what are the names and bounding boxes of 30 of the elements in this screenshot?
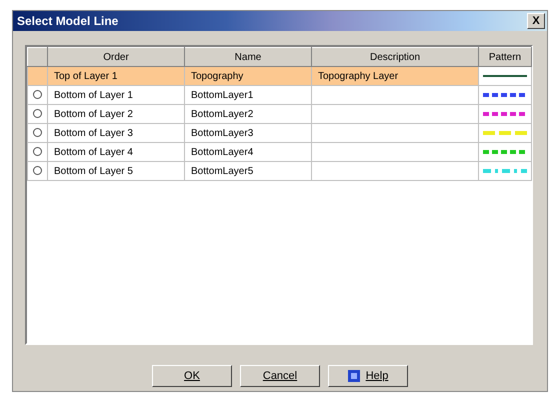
row-selector-cell[interactable]	[28, 66, 48, 86]
dialog-button[interactable]: OK	[152, 365, 232, 387]
table-cell: BottomLayer5	[184, 162, 312, 180]
table-cell: Top of Layer 1	[48, 66, 184, 86]
dialog-button[interactable]: Cancel	[240, 365, 320, 387]
row-selector-cell[interactable]	[28, 124, 48, 142]
table-cell: Bottom of Layer 1	[48, 86, 184, 104]
table-cell: BottomLayer1	[184, 86, 312, 104]
table-cell: Bottom of Layer 2	[48, 104, 184, 124]
corner-header	[28, 48, 48, 66]
table-cell: BottomLayer2	[184, 104, 312, 124]
help-icon	[348, 370, 360, 382]
table-cell: Topography	[184, 66, 312, 86]
table-cell: BottomLayer3	[184, 124, 312, 142]
window-title: Select Model Line	[17, 14, 118, 28]
column-header[interactable]: Order	[48, 48, 184, 66]
row-selector-cell[interactable]	[28, 162, 48, 180]
help-button[interactable]: Help	[328, 365, 408, 387]
close-button[interactable]: X	[527, 13, 545, 29]
table-cell: Bottom of Layer 3	[48, 124, 184, 142]
column-header[interactable]: Name	[184, 48, 312, 66]
row-selector-cell[interactable]	[28, 142, 48, 162]
table-cell: Bottom of Layer 5	[48, 162, 184, 180]
row-selector-cell[interactable]	[28, 104, 48, 124]
column-header[interactable]: Pattern	[478, 48, 532, 66]
column-header[interactable]: Description	[312, 48, 478, 66]
table-cell: BottomLayer4	[184, 142, 312, 162]
table-cell: Bottom of Layer 4	[48, 142, 184, 162]
table-cell: Topography Layer	[312, 66, 478, 86]
row-selector-cell[interactable]	[28, 86, 48, 104]
